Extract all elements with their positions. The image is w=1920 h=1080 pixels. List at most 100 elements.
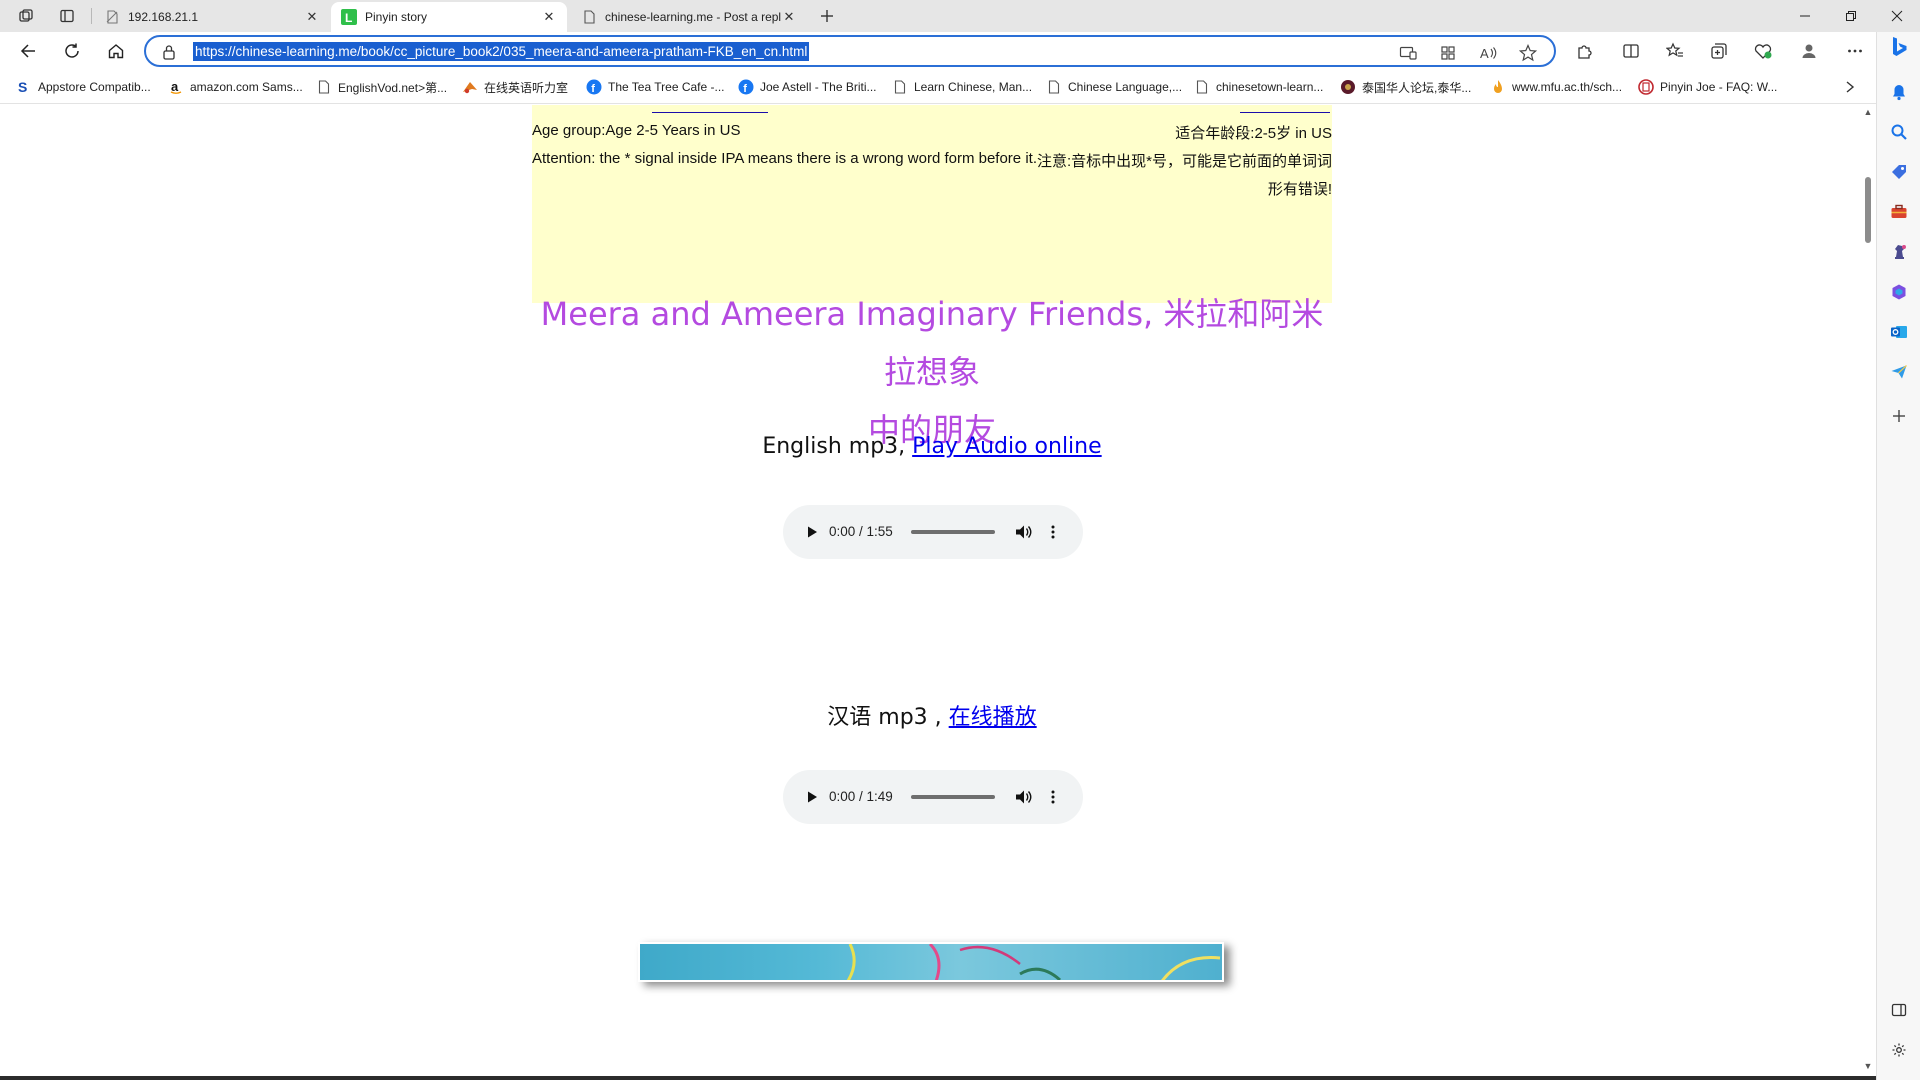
toolbox-icon: [1891, 204, 1907, 218]
scroll-up-arrow[interactable]: ▲: [1863, 107, 1873, 117]
split-screen-button[interactable]: [1615, 36, 1647, 66]
bookmark-item[interactable]: f Joe Astell - The Briti...: [738, 78, 877, 96]
tab-router[interactable]: 192.168.21.1 ✕: [94, 2, 330, 32]
scroll-thumb[interactable]: [1865, 177, 1871, 243]
extensions-button[interactable]: [1569, 36, 1601, 66]
settings-more-button[interactable]: [1839, 36, 1871, 66]
close-icon[interactable]: ✕: [304, 9, 320, 25]
page-icon: [1046, 79, 1062, 95]
bookmark-label: 泰国华人论坛,泰华...: [1362, 80, 1472, 95]
scroll-down-arrow[interactable]: ▼: [1863, 1061, 1873, 1071]
tab-post-reply[interactable]: chinese-learning.me - Post a repl ✕: [571, 2, 807, 32]
paper-plane-icon: [1891, 365, 1907, 379]
bookmark-item[interactable]: S Appstore Compatib...: [16, 78, 151, 96]
app-available-icon[interactable]: [1438, 43, 1458, 63]
notifications-button[interactable]: [1887, 80, 1911, 104]
favorites-icon: [1666, 42, 1683, 57]
bookmark-label: chinesetown-learn...: [1216, 80, 1324, 94]
split-screen-icon: [1623, 44, 1639, 58]
page-scrollbar[interactable]: ▲ ▼: [1860, 105, 1876, 1076]
browser-essentials-button[interactable]: [1747, 36, 1779, 66]
hide-sidebar-button[interactable]: [1887, 998, 1911, 1022]
volume-button[interactable]: [1013, 522, 1033, 542]
read-aloud-icon[interactable]: A: [1478, 43, 1498, 63]
bookmark-item[interactable]: Learn Chinese, Man...: [892, 78, 1032, 96]
english-audio-label: English mp3, Play Audio online: [532, 434, 1332, 459]
new-tab-button[interactable]: [813, 4, 841, 28]
avatar-icon: [1802, 44, 1816, 58]
english-audio-player[interactable]: 0:00 / 1:55: [783, 505, 1083, 559]
age-group-row: Age group:Age 2-5 Years in US 适合年龄段:2-5岁…: [532, 122, 1332, 142]
address-bar[interactable]: https://chinese-learning.me/book/cc_pict…: [144, 35, 1556, 67]
add-sidebar-app-button[interactable]: [1887, 404, 1911, 428]
bookmark-item[interactable]: Chinese Language,...: [1046, 78, 1182, 96]
attention-cn-cont: 形有错误!: [1267, 181, 1332, 198]
player-menu-button[interactable]: [1045, 787, 1061, 807]
tab-actions-button[interactable]: [53, 4, 81, 28]
reader-mode-icon[interactable]: [1398, 43, 1418, 63]
minimize-button[interactable]: [1782, 0, 1828, 32]
copilot-button[interactable]: [1887, 36, 1911, 60]
play-button[interactable]: [803, 788, 821, 806]
restore-button[interactable]: [1828, 0, 1874, 32]
play-online-cn-link[interactable]: 在线播放: [949, 705, 1037, 730]
refresh-button[interactable]: [56, 36, 88, 66]
seek-slider[interactable]: [911, 795, 995, 799]
bookmark-label: EnglishVod.net>第...: [338, 80, 448, 95]
player-menu-button[interactable]: [1045, 522, 1061, 542]
games-button[interactable]: [1887, 240, 1911, 264]
drop-button[interactable]: [1887, 360, 1911, 384]
bookmark-item[interactable]: 泰国华人论坛,泰华...: [1340, 78, 1471, 96]
close-icon[interactable]: ✕: [541, 9, 557, 25]
tab-pinyin-story[interactable]: L Pinyin story ✕: [331, 2, 567, 32]
attention-en: Attention: the * signal inside IPA means…: [532, 150, 1037, 167]
search-icon: [1891, 124, 1907, 140]
home-button[interactable]: [100, 36, 132, 66]
facebook-icon: f: [586, 79, 602, 95]
back-button[interactable]: [12, 36, 44, 66]
close-window-button[interactable]: [1874, 0, 1920, 32]
url-text[interactable]: https://chinese-learning.me/book/cc_pict…: [193, 42, 810, 61]
bookmark-item[interactable]: 在线英语听力室: [462, 78, 568, 96]
sidebar-settings-button[interactable]: [1887, 1038, 1911, 1062]
bookmark-item[interactable]: Pinyin Joe - FAQ: W...: [1638, 78, 1777, 96]
bookmark-item[interactable]: www.mfu.ac.th/sch...: [1490, 78, 1622, 96]
tools-button[interactable]: [1887, 200, 1911, 224]
bell-icon: [1893, 85, 1905, 101]
minimize-icon: [1800, 15, 1810, 17]
amazon-icon: a: [168, 79, 184, 95]
collections-button[interactable]: [1703, 36, 1735, 66]
shopping-button[interactable]: [1887, 160, 1911, 184]
favorites-button[interactable]: [1659, 36, 1691, 66]
workspaces-button[interactable]: [12, 4, 40, 28]
seek-slider[interactable]: [911, 530, 995, 534]
tab-strip: 192.168.21.1 ✕ L Pinyin story ✕ chinese-…: [0, 0, 1920, 32]
bookmarks-overflow-button[interactable]: [1844, 78, 1856, 96]
profile-button[interactable]: [1793, 36, 1825, 66]
bookmark-item[interactable]: EnglishVod.net>第...: [316, 78, 447, 96]
flame-icon: [1490, 79, 1506, 95]
story-title: Meera and Ameera Imaginary Friends, 米拉和阿…: [532, 285, 1332, 459]
svg-text:f: f: [591, 83, 595, 95]
search-button[interactable]: [1887, 120, 1911, 144]
bookmark-item[interactable]: chinesetown-learn...: [1194, 78, 1323, 96]
outlook-icon: [1891, 326, 1907, 338]
bookmark-item[interactable]: a amazon.com Sams...: [168, 78, 303, 96]
microsoft365-button[interactable]: [1887, 280, 1911, 304]
bookmark-label: www.mfu.ac.th/sch...: [1512, 80, 1623, 94]
home-icon: [108, 44, 124, 59]
outlook-button[interactable]: [1887, 320, 1911, 344]
tab-title: Pinyin story: [365, 10, 428, 24]
volume-button[interactable]: [1013, 787, 1033, 807]
play-audio-online-link[interactable]: Play Audio online: [912, 434, 1102, 459]
play-button[interactable]: [803, 523, 821, 541]
page-viewport: Age group:Age 2-5 Years in US 适合年龄段:2-5岁…: [0, 105, 1860, 1076]
arrow-left-icon: [20, 44, 35, 58]
bookmark-item[interactable]: f The Tea Tree Cafe -...: [586, 78, 725, 96]
close-icon[interactable]: ✕: [781, 9, 797, 25]
tab-title: 192.168.21.1: [128, 10, 199, 24]
lock-icon[interactable]: [160, 43, 178, 61]
favorite-star-icon[interactable]: [1518, 43, 1538, 63]
bookmark-label: The Tea Tree Cafe -...: [608, 80, 725, 94]
chinese-audio-player[interactable]: 0:00 / 1:49: [783, 770, 1083, 824]
